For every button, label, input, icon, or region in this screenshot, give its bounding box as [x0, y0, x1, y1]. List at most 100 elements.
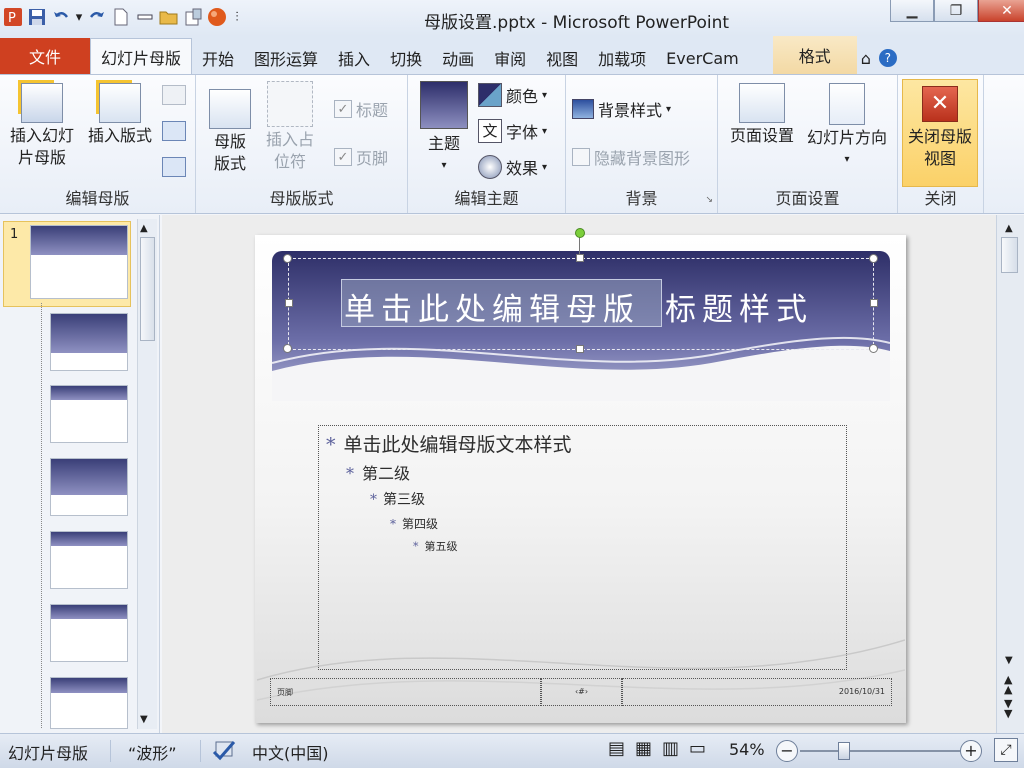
spell-check-icon[interactable]: [210, 738, 238, 766]
previous-slide-icon[interactable]: ▲ ▲: [1004, 674, 1012, 695]
minimize-button[interactable]: ▁: [890, 0, 934, 22]
status-language[interactable]: 中文(中国): [252, 740, 329, 764]
dropdown-arrow-icon[interactable]: ▾: [74, 6, 84, 28]
zoom-slider-track[interactable]: [800, 750, 960, 752]
thumbnail-scroll-thumb[interactable]: [140, 237, 155, 341]
slide-title-rest[interactable]: 标题样式: [665, 284, 813, 329]
close-master-view-label: 关闭母版视图: [907, 127, 972, 168]
rename-icon[interactable]: [162, 121, 186, 141]
colors-button[interactable]: 颜色 ▾: [478, 83, 547, 107]
tab-insert[interactable]: 插入: [328, 42, 380, 74]
scroll-down-icon[interactable]: ▼: [140, 714, 148, 725]
resize-handle-left[interactable]: [285, 299, 293, 307]
bullet-glyph-5: *: [413, 540, 419, 553]
new-file-icon[interactable]: [110, 6, 132, 28]
title-checkbox[interactable]: ✓ 标题: [334, 97, 388, 121]
bullet-level-4[interactable]: * 第四级: [390, 515, 438, 532]
rotation-handle[interactable]: [575, 228, 585, 238]
insert-placeholder-button[interactable]: 插入占位符: [260, 81, 320, 173]
tab-evercam[interactable]: EverCam: [656, 42, 749, 74]
customize-qat-icon[interactable]: ⫶: [230, 6, 244, 28]
theme-button[interactable]: 主题 ▾: [416, 81, 472, 177]
close-button[interactable]: ✕: [978, 0, 1024, 22]
thumbnail-layout-2[interactable]: [50, 385, 128, 443]
redo-icon[interactable]: [86, 6, 108, 28]
slide-vertical-scrollbar[interactable]: ▲ ▼ ▲ ▲ ▼ ▼: [996, 215, 1024, 733]
save-icon[interactable]: [26, 6, 48, 28]
reading-view-icon[interactable]: ▥: [662, 738, 679, 759]
body-level-2: 第二级: [362, 464, 411, 483]
scroll-up-icon[interactable]: ▲: [140, 223, 148, 234]
restore-button[interactable]: ❐: [934, 0, 978, 22]
close-master-view-button[interactable]: ✕ 关闭母版视图: [902, 79, 978, 187]
tab-file[interactable]: 文件: [0, 38, 90, 74]
ribbon-minimize-icon[interactable]: ⌂: [857, 42, 875, 74]
tab-view[interactable]: 视图: [536, 42, 588, 74]
tab-slide-master[interactable]: 幻灯片母版: [90, 38, 193, 74]
zoom-out-icon[interactable]: −: [776, 740, 798, 762]
insert-layout-button[interactable]: 插入版式: [82, 83, 158, 147]
master-layout-button[interactable]: 母版版式: [204, 89, 256, 175]
fit-to-window-icon[interactable]: ⤢: [994, 738, 1018, 762]
effects-dropdown-icon: ▾: [542, 161, 548, 173]
tab-review[interactable]: 审阅: [484, 42, 536, 74]
help-icon[interactable]: ?: [875, 42, 901, 74]
slide-scroll-thumb[interactable]: [1001, 237, 1018, 273]
slide-number-placeholder[interactable]: ‹#›: [541, 678, 622, 706]
tab-transitions[interactable]: 切换: [380, 42, 432, 74]
bullet-level-2[interactable]: * 第二级: [346, 460, 410, 484]
slide-title-selected[interactable]: 单击此处编辑母版: [344, 284, 640, 329]
bullet-level-1[interactable]: * 单击此处编辑母版文本样式: [326, 430, 572, 457]
insert-slide-master-button[interactable]: 插入幻灯片母版: [4, 83, 80, 169]
resize-handle-br[interactable]: [869, 344, 878, 353]
thumbnail-layout-6[interactable]: [50, 677, 128, 729]
tab-format[interactable]: 格式: [772, 36, 857, 74]
scroll-down-icon[interactable]: ▼: [1005, 655, 1013, 666]
next-slide-icon[interactable]: ▼ ▼: [1004, 698, 1012, 719]
slideshow-icon[interactable]: ▭: [689, 738, 706, 759]
bullet-glyph-1: *: [326, 434, 336, 456]
tab-addins[interactable]: 加载项: [588, 42, 656, 74]
zoom-in-icon[interactable]: +: [960, 740, 982, 762]
dialog-launcher-icon[interactable]: ↘: [705, 195, 713, 205]
minimize-small-icon[interactable]: [134, 6, 156, 28]
delete-slide-icon[interactable]: [162, 85, 186, 105]
tab-animations[interactable]: 动画: [432, 42, 484, 74]
resize-handle-tr[interactable]: [869, 254, 878, 263]
resize-handle-right[interactable]: [870, 299, 878, 307]
footer-checkbox[interactable]: ✓ 页脚: [334, 145, 388, 169]
resize-handle-bottom[interactable]: [576, 345, 584, 353]
print-preview-icon[interactable]: [182, 6, 204, 28]
background-styles-button[interactable]: 背景样式 ▾: [572, 97, 671, 121]
slide-orientation-button[interactable]: 幻灯片方向 ▾: [800, 83, 894, 171]
resize-handle-tl[interactable]: [283, 254, 292, 263]
tab-home[interactable]: 开始: [192, 42, 244, 74]
hide-background-checkbox[interactable]: 隐藏背景图形: [572, 145, 690, 169]
preserve-icon[interactable]: [162, 157, 186, 177]
record-icon[interactable]: [206, 6, 228, 28]
normal-view-icon[interactable]: ▤: [608, 738, 625, 759]
zoom-level[interactable]: 54%: [729, 740, 765, 759]
bullet-level-5[interactable]: * 第五级: [413, 538, 458, 554]
resize-handle-bl[interactable]: [283, 344, 292, 353]
slide-sorter-icon[interactable]: ▦: [635, 738, 652, 759]
thumbnail-layout-4[interactable]: [50, 531, 128, 589]
undo-icon[interactable]: [50, 6, 72, 28]
powerpoint-app-icon[interactable]: P: [2, 6, 24, 28]
bullet-level-3[interactable]: * 第三级: [370, 489, 425, 509]
page-setup-button[interactable]: 页面设置: [722, 83, 802, 147]
open-folder-icon[interactable]: [158, 6, 180, 28]
thumbnail-layout-3[interactable]: [50, 458, 128, 516]
scroll-up-icon[interactable]: ▲: [1005, 223, 1013, 234]
thumbnail-scrollbar[interactable]: ▲ ▼: [137, 219, 157, 729]
footer-placeholder[interactable]: 页脚: [270, 678, 541, 706]
thumbnail-layout-1[interactable]: [50, 313, 128, 371]
effects-button[interactable]: 效果 ▾: [478, 155, 547, 179]
fonts-button[interactable]: 文字体 ▾: [478, 119, 547, 143]
resize-handle-top[interactable]: [576, 254, 584, 262]
thumbnail-master[interactable]: [30, 225, 128, 299]
date-placeholder[interactable]: 2016/10/31: [622, 678, 892, 706]
thumbnail-layout-5[interactable]: [50, 604, 128, 662]
zoom-slider-thumb[interactable]: [838, 742, 850, 760]
tab-shape-ops[interactable]: 图形运算: [244, 42, 328, 74]
